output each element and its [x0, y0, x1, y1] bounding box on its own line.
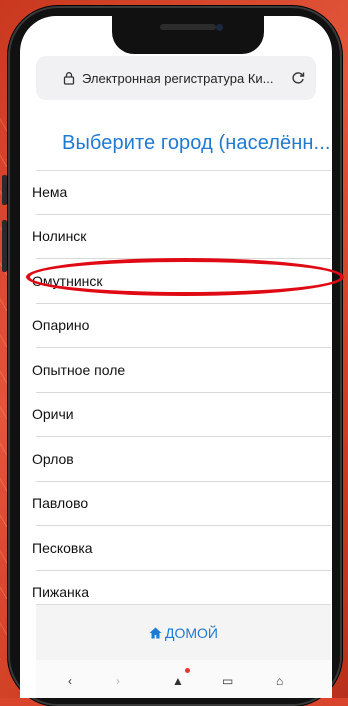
list-item-label: Опарино	[32, 317, 90, 334]
list-item-label: Нолинск	[32, 228, 87, 245]
lock-icon	[63, 72, 75, 85]
list-item-label: Оричи	[32, 406, 74, 423]
back-icon[interactable]: ‹	[68, 674, 72, 688]
list-item[interactable]: Песковка	[32, 526, 331, 571]
list-item-label: Песковка	[32, 539, 93, 556]
volume-button	[2, 220, 7, 272]
page-header: Выберите город (населённ...	[36, 112, 331, 171]
list-item-label: Орлов	[32, 450, 74, 467]
list-item[interactable]: Павлово	[32, 482, 331, 526]
front-camera	[216, 24, 223, 31]
footer: ДОМОЙ	[36, 604, 331, 661]
speaker-grille	[160, 24, 216, 30]
home-label: ДОМОЙ	[165, 625, 218, 641]
tabs-icon[interactable]: ▭	[222, 674, 233, 688]
list-item[interactable]: Опарино	[32, 304, 331, 348]
list-item[interactable]: Нема	[32, 170, 331, 215]
city-list: Нема Нолинск Омутнинск Опарино Опытное п…	[32, 170, 331, 615]
list-item[interactable]: Опытное поле	[32, 348, 331, 393]
forward-icon[interactable]: ›	[116, 674, 120, 688]
recording-dot	[185, 668, 190, 673]
mute-switch	[2, 175, 7, 205]
phone-notch	[112, 12, 264, 54]
highlight-annotation	[26, 258, 344, 296]
list-item[interactable]: Оричи	[32, 393, 331, 437]
list-item-label: Нема	[32, 183, 68, 200]
list-item[interactable]: Орлов	[32, 437, 331, 482]
reload-icon[interactable]	[290, 70, 306, 86]
address-bar[interactable]: Электронная регистратура Ки...	[36, 56, 316, 100]
home-button[interactable]: ДОМОЙ	[149, 625, 218, 641]
share-icon[interactable]: ▲	[172, 674, 184, 688]
list-item-label: Пижанка	[32, 584, 89, 601]
address-text: Электронная регистратура Ки...	[82, 70, 274, 86]
list-item[interactable]: Нолинск	[32, 215, 331, 259]
system-nav-bar: ‹ › ▲ ▭ ⌂	[36, 660, 331, 698]
list-item-label: Опытное поле	[32, 361, 126, 378]
page-title: Выберите город (населённ...	[62, 132, 331, 154]
menu-icon[interactable]: ⌂	[276, 674, 283, 688]
home-icon	[149, 627, 162, 639]
list-item-label: Павлово	[32, 495, 89, 512]
